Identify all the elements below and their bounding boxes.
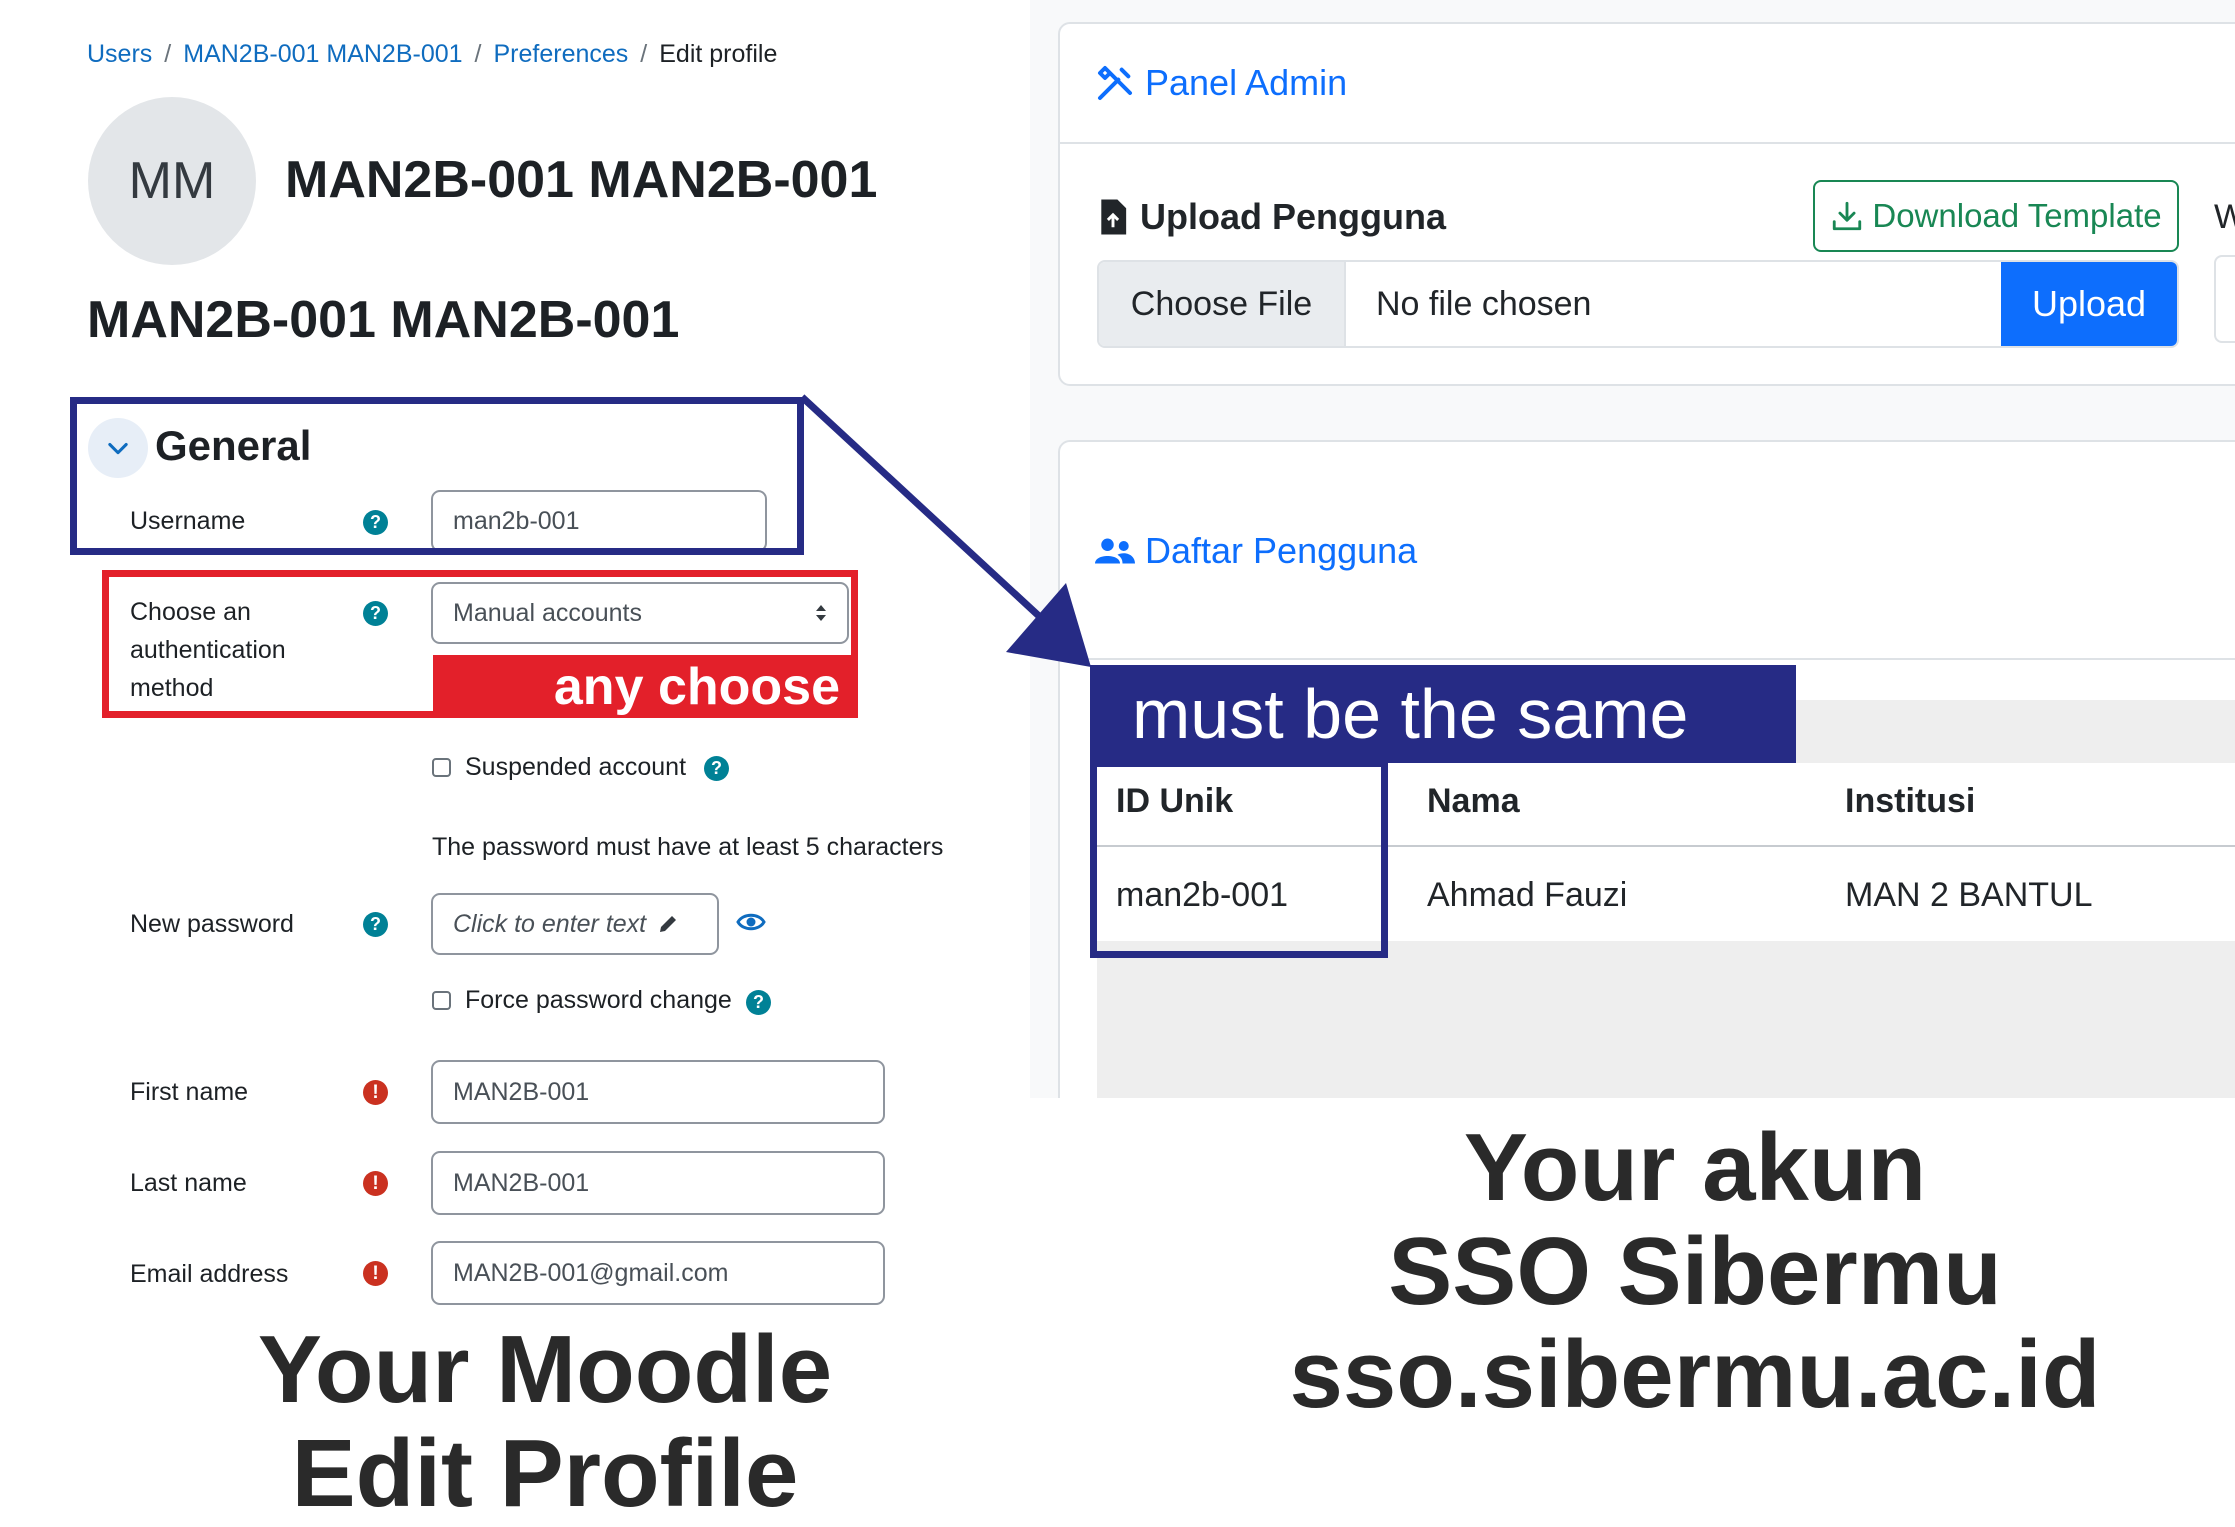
sso-caption: Your akun SSO Sibermu sso.sibermu.ac.id xyxy=(1230,1116,2160,1427)
sso-caption-line3: sso.sibermu.ac.id xyxy=(1289,1321,2101,1429)
sso-caption-line2: SSO Sibermu xyxy=(1388,1217,2002,1325)
sso-caption-line1: Your akun xyxy=(1463,1114,1927,1221)
